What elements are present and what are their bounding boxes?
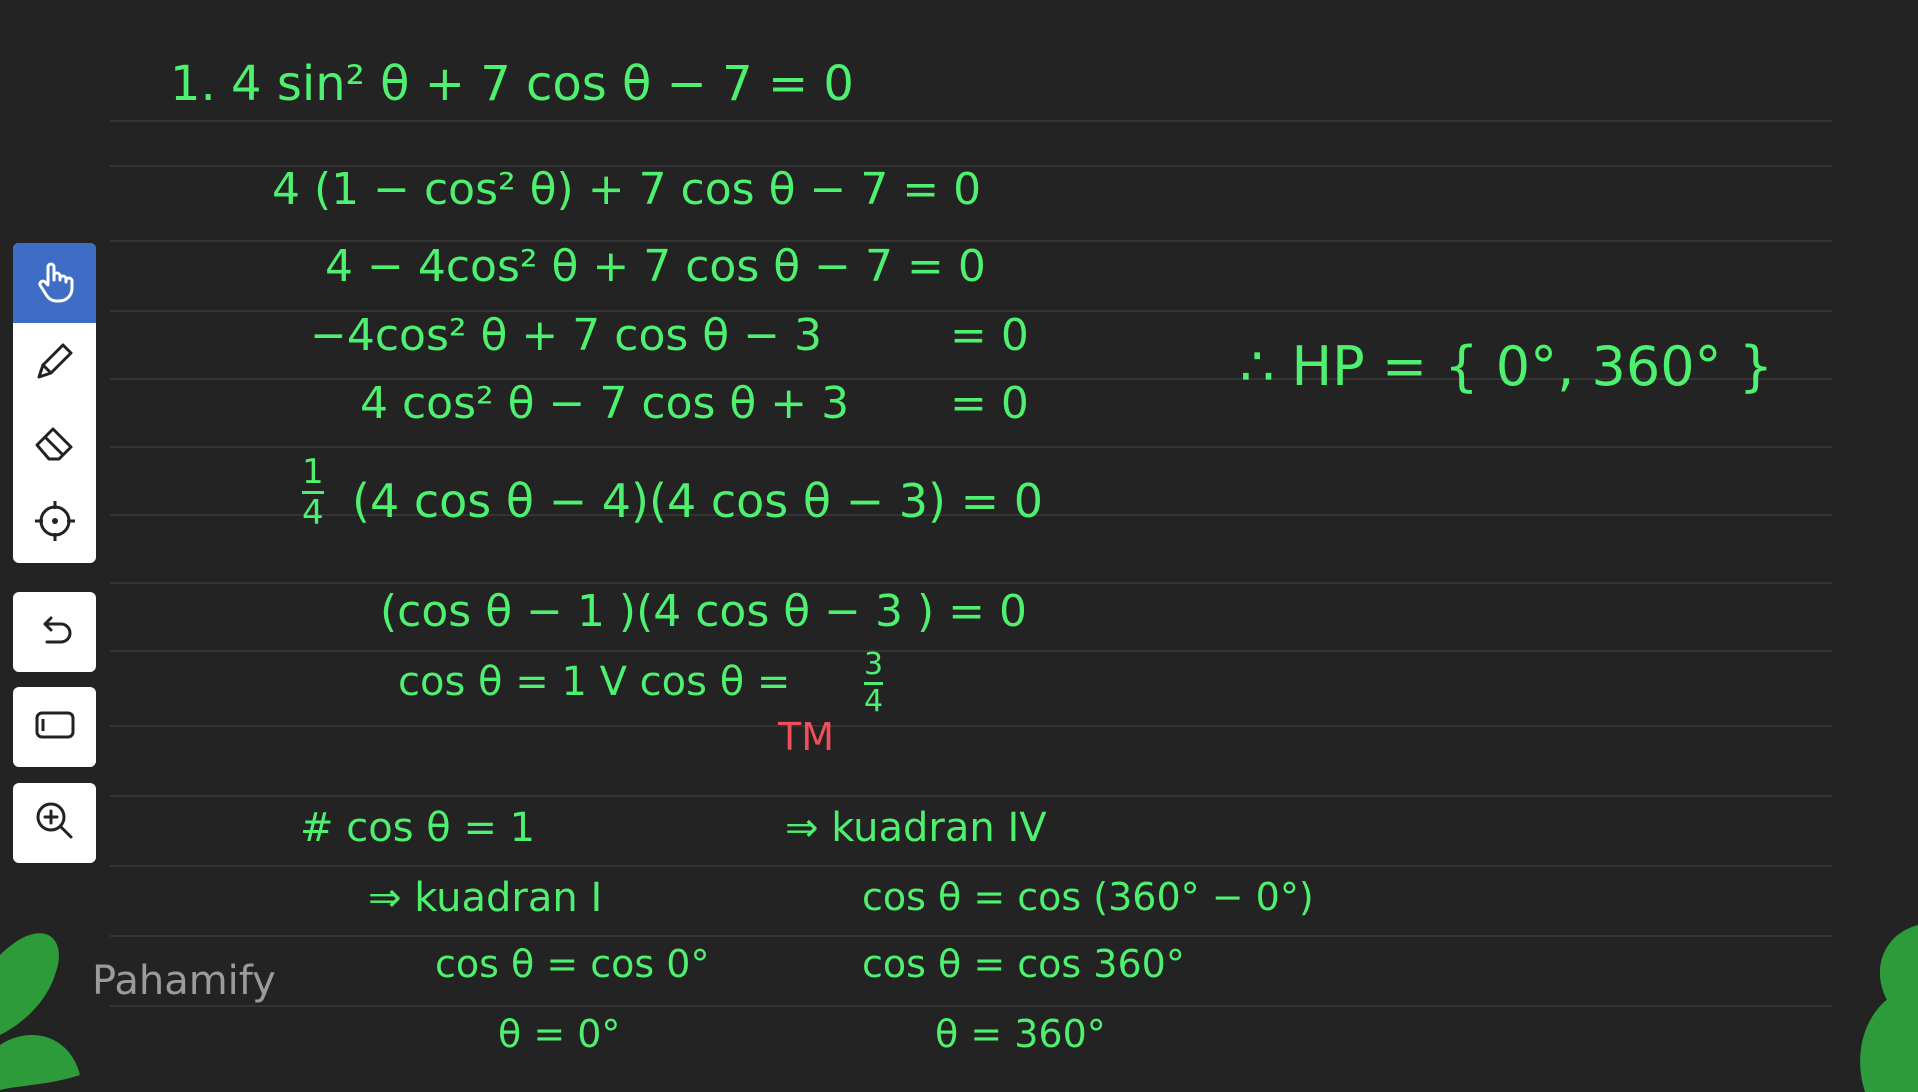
ruled-line	[110, 725, 1832, 727]
zoom-in-button[interactable]	[13, 783, 96, 863]
fraction-quarter: 1 4	[302, 455, 324, 530]
ruled-line	[110, 935, 1832, 937]
quadrant-step: cos θ = cos 0°	[435, 942, 710, 986]
tool-group-draw	[13, 243, 96, 563]
step-line: (4 cos θ − 4)(4 cos θ − 3) = 0	[352, 474, 1044, 528]
undo-button[interactable]	[13, 592, 96, 672]
ruled-line	[110, 795, 1832, 797]
problem-equation: 1. 4 sin² θ + 7 cos θ − 7 = 0	[170, 56, 854, 112]
step-line: 4 (1 − cos² θ) + 7 cos θ − 7 = 0	[272, 164, 982, 215]
tool-group-page	[13, 687, 96, 767]
tm-note: TM	[778, 715, 834, 759]
fraction-three-quarters: 3 4	[864, 647, 884, 719]
step-line: 4 − 4cos² θ + 7 cos θ − 7 = 0	[325, 241, 986, 292]
crosshair-icon	[31, 497, 79, 549]
ruled-line	[110, 120, 1832, 122]
ruled-line	[110, 865, 1832, 867]
page-button[interactable]	[13, 687, 96, 767]
solution-set: ∴ HP = { 0°, 360° }	[1240, 335, 1774, 398]
quadrant-step: θ = 360°	[935, 1012, 1106, 1056]
step-line: 4 cos² θ − 7 cos θ + 3	[360, 378, 850, 429]
quadrant-step: θ = 0°	[498, 1012, 621, 1056]
pen-tool-button[interactable]	[13, 323, 96, 403]
quadrant-label: ⇒ kuadran IV	[785, 805, 1047, 851]
hand-tool-button[interactable]	[13, 243, 96, 323]
ruled-line	[110, 446, 1832, 448]
zoom-in-icon	[31, 797, 79, 849]
page-icon	[31, 701, 79, 753]
ruled-line	[110, 582, 1832, 584]
step-line: cos θ = 1 V cos θ =	[398, 659, 791, 705]
fraction-numerator: 1	[302, 452, 324, 492]
fraction-denominator: 4	[864, 684, 884, 719]
quadrant-step: cos θ = cos (360° − 0°)	[862, 875, 1314, 919]
eraser-tool-button[interactable]	[13, 403, 96, 483]
case-heading: # cos θ = 1	[300, 805, 536, 851]
ruled-line	[110, 650, 1832, 652]
brand-watermark: Pahamify	[92, 958, 276, 1004]
hand-icon	[31, 257, 79, 309]
fraction-numerator: 3	[864, 647, 884, 682]
step-line: −4cos² θ + 7 cos θ − 3	[310, 310, 823, 361]
step-line: (cos θ − 1 )(4 cos θ − 3 ) = 0	[380, 586, 1028, 637]
undo-icon	[31, 606, 79, 658]
quadrant-step: cos θ = cos 360°	[862, 942, 1185, 986]
pen-icon	[31, 337, 79, 389]
tool-group-history	[13, 592, 96, 672]
quadrant-label: ⇒ kuadran I	[368, 875, 603, 921]
fraction-denominator: 4	[302, 493, 324, 533]
ruled-line	[110, 1005, 1832, 1007]
leaf-decoration-right	[1860, 925, 1918, 1092]
eraser-icon	[31, 417, 79, 469]
step-rhs: = 0	[950, 378, 1029, 429]
tool-group-zoom	[13, 783, 96, 863]
laser-pointer-button[interactable]	[13, 483, 96, 563]
step-rhs: = 0	[950, 310, 1029, 361]
